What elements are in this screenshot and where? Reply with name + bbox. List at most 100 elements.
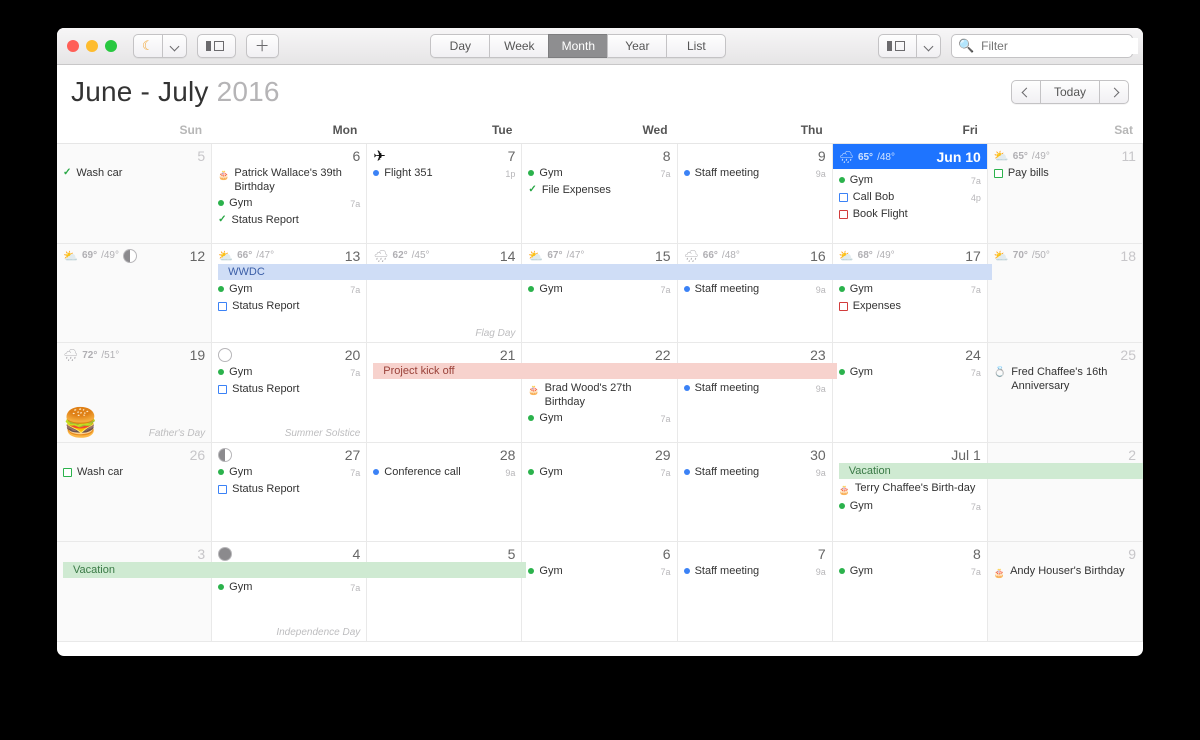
- day-cell[interactable]: 21: [367, 343, 522, 443]
- add-event-button[interactable]: ＋: [246, 34, 279, 58]
- day-cell[interactable]: 8Gym7a✓File Expenses: [522, 144, 677, 244]
- event-item[interactable]: Call Bob4p: [839, 189, 981, 206]
- day-cell[interactable]: ⛅69°/49° 12: [57, 244, 212, 344]
- checkbox-icon: [218, 385, 227, 394]
- day-cell[interactable]: ✈7Flight 3511p: [367, 144, 522, 244]
- event-item[interactable]: Staff meeting9a: [684, 464, 826, 481]
- day-number: 5: [508, 546, 516, 562]
- event-item[interactable]: 🎂Patrick Wallace's 39th Birthday: [218, 165, 360, 195]
- event-item[interactable]: Gym7a: [218, 579, 360, 596]
- view-day[interactable]: Day: [430, 34, 489, 58]
- event-item[interactable]: 🎂Brad Wood's 27th Birthday: [528, 380, 670, 410]
- event-item[interactable]: Gym7a: [839, 364, 981, 381]
- day-cell[interactable]: 9Staff meeting9a: [678, 144, 833, 244]
- day-cell[interactable]: 9🎂Andy Houser's Birthday: [988, 542, 1143, 642]
- day-cell[interactable]: 26Wash car: [57, 443, 212, 543]
- event-item[interactable]: Expenses: [839, 298, 981, 314]
- day-cell[interactable]: ⛅66°/47°13Gym7aStatus Report: [212, 244, 367, 344]
- event-item[interactable]: Gym7a: [218, 195, 360, 212]
- event-item[interactable]: ✓Status Report: [218, 212, 360, 228]
- event-item[interactable]: Gym7a: [528, 464, 670, 481]
- event-label: Terry Chaffee's Birth-day: [855, 481, 981, 495]
- day-cell[interactable]: 3: [57, 542, 212, 642]
- day-cell[interactable]: 22🎂Brad Wood's 27th BirthdayGym7a: [522, 343, 677, 443]
- event-item[interactable]: Status Report: [218, 481, 360, 497]
- event-item[interactable]: 🎂Andy Houser's Birthday: [994, 563, 1136, 581]
- view-month[interactable]: Month: [548, 34, 607, 58]
- view-week[interactable]: Week: [489, 34, 548, 58]
- event-item[interactable]: Status Report: [218, 298, 360, 314]
- event-item[interactable]: ✓Wash car: [63, 165, 205, 181]
- event-item[interactable]: Gym7a: [218, 464, 360, 481]
- day-cell[interactable]: 24Gym7a: [833, 343, 988, 443]
- event-item[interactable]: Flight 3511p: [373, 165, 515, 182]
- day-cell[interactable]: ⛅68°/49°17Gym7aExpenses: [833, 244, 988, 344]
- day-cell[interactable]: 20Gym7aStatus ReportSummer Solstice: [212, 343, 367, 443]
- day-cell[interactable]: 25💍Fred Chaffee's 16th Anniversary: [988, 343, 1143, 443]
- day-cell[interactable]: 5: [367, 542, 522, 642]
- today-button[interactable]: Today: [1040, 80, 1099, 104]
- day-cell[interactable]: 28Conference call9a: [367, 443, 522, 543]
- next-month-button[interactable]: [1099, 80, 1129, 104]
- sidebar-toggle-button[interactable]: [197, 34, 236, 58]
- minimize-icon[interactable]: [86, 40, 98, 52]
- event-item[interactable]: Gym7a: [839, 281, 981, 298]
- day-cell[interactable]: Jul 1🎂Terry Chaffee's Birth-dayGym7a: [833, 443, 988, 543]
- day-cell[interactable]: 2: [988, 443, 1143, 543]
- inspector-button[interactable]: [878, 34, 916, 58]
- day-cell[interactable]: 6🎂Patrick Wallace's 39th BirthdayGym7a✓S…: [212, 144, 367, 244]
- event-item[interactable]: Gym7a: [528, 281, 670, 298]
- event-item[interactable]: Staff meeting9a: [684, 165, 826, 182]
- event-item[interactable]: Gym7a: [528, 165, 670, 182]
- event-item[interactable]: Gym7a: [839, 498, 981, 515]
- event-item[interactable]: Staff meeting9a: [684, 563, 826, 580]
- search-input[interactable]: [979, 38, 1138, 54]
- zoom-icon[interactable]: [105, 40, 117, 52]
- prev-month-button[interactable]: [1011, 80, 1040, 104]
- day-cell[interactable]: 8Gym7a: [833, 542, 988, 642]
- day-cell[interactable]: 🌧65°/48°Jun 10Gym7aCall Bob4pBook Flight: [833, 144, 988, 244]
- close-icon[interactable]: [67, 40, 79, 52]
- event-item[interactable]: Book Flight: [839, 206, 981, 222]
- event-item[interactable]: Wash car: [63, 464, 205, 480]
- mode-dropdown[interactable]: [162, 34, 187, 58]
- event-item[interactable]: Gym7a: [839, 563, 981, 580]
- night-mode-button[interactable]: ☾: [133, 34, 162, 58]
- day-cell[interactable]: 5✓Wash car: [57, 144, 212, 244]
- event-item[interactable]: 💍Fred Chaffee's 16th Anniversary: [994, 364, 1136, 394]
- day-cell[interactable]: 27Gym7aStatus Report: [212, 443, 367, 543]
- event-item[interactable]: Gym7a: [218, 364, 360, 381]
- event-item[interactable]: Pay bills: [994, 165, 1136, 181]
- day-cell[interactable]: ⛅65°/49°11Pay bills: [988, 144, 1143, 244]
- event-item[interactable]: Status Report: [218, 381, 360, 397]
- day-cell[interactable]: ⛅70°/50°18: [988, 244, 1143, 344]
- event-item[interactable]: Gym7a: [839, 172, 981, 189]
- event-label: Gym: [850, 173, 966, 187]
- view-year[interactable]: Year: [607, 34, 666, 58]
- event-item[interactable]: ✓File Expenses: [528, 182, 670, 198]
- event-item[interactable]: Gym7a: [218, 281, 360, 298]
- day-cell[interactable]: 30Staff meeting9a: [678, 443, 833, 543]
- search-field[interactable]: 🔍: [951, 34, 1133, 58]
- day-cell[interactable]: 23Staff meeting9a: [678, 343, 833, 443]
- weather-hi: 70°: [1013, 250, 1028, 261]
- month-grid[interactable]: 5✓Wash car6🎂Patrick Wallace's 39th Birth…: [57, 144, 1143, 642]
- day-cell[interactable]: 29Gym7a: [522, 443, 677, 543]
- event-item[interactable]: Conference call9a: [373, 464, 515, 481]
- event-item[interactable]: 🎂Terry Chaffee's Birth-day: [839, 480, 981, 498]
- day-cell[interactable]: 🌧72°/51°19Father's Day🍔: [57, 343, 212, 443]
- day-number: 7: [508, 148, 516, 164]
- event-item[interactable]: Staff meeting9a: [684, 380, 826, 397]
- view-list[interactable]: List: [666, 34, 726, 58]
- day-cell[interactable]: 🌧62°/45°14Flag Day: [367, 244, 522, 344]
- day-cell[interactable]: 6Gym7a: [522, 542, 677, 642]
- day-cell[interactable]: 🌧66°/48°16Staff meeting9a: [678, 244, 833, 344]
- event-item[interactable]: Gym7a: [528, 563, 670, 580]
- day-cell[interactable]: 4Gym7aIndependence Day: [212, 542, 367, 642]
- inspector-dropdown[interactable]: [916, 34, 941, 58]
- day-cell[interactable]: 7Staff meeting9a: [678, 542, 833, 642]
- event-item[interactable]: Gym7a: [528, 410, 670, 427]
- event-item[interactable]: Staff meeting9a: [684, 281, 826, 298]
- day-cell[interactable]: ⛅67°/47°15Gym7a: [522, 244, 677, 344]
- event-label: Brad Wood's 27th Birthday: [545, 381, 671, 409]
